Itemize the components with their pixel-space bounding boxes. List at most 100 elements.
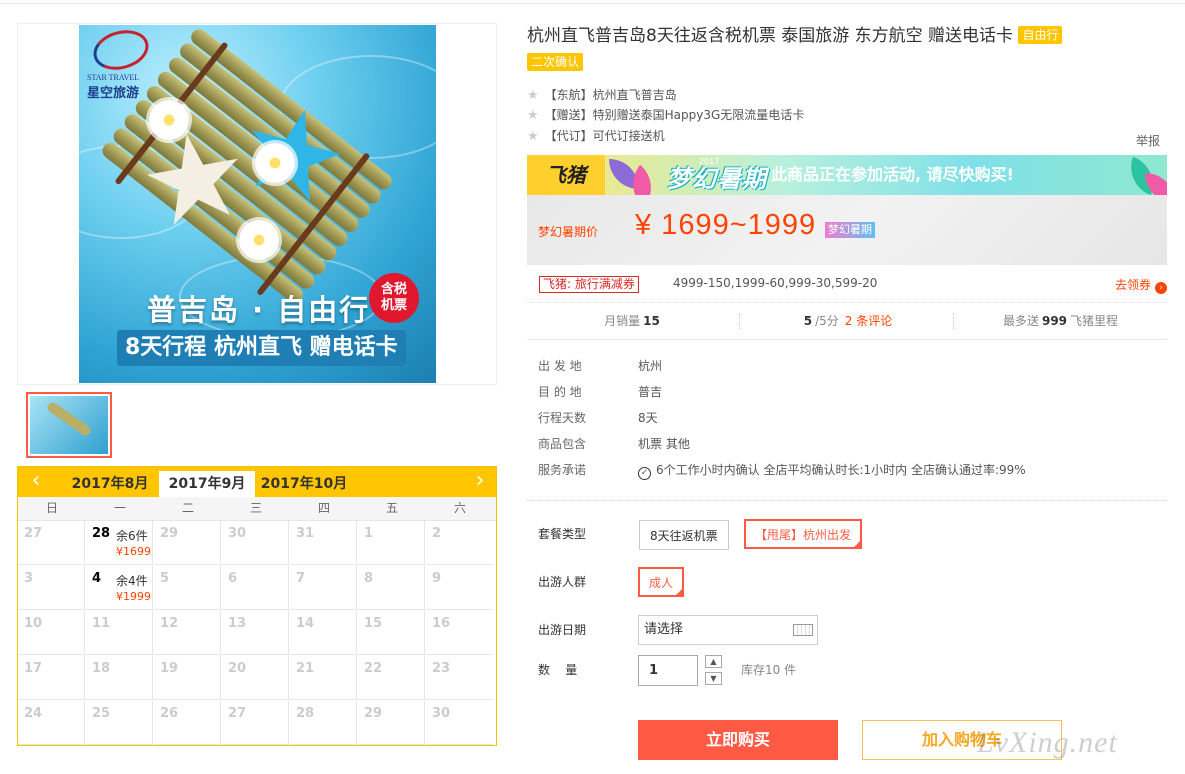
calendar-day: 31	[290, 521, 357, 565]
calendar-day: 19	[154, 656, 221, 700]
day-number: 31	[296, 526, 315, 541]
day-number: 29	[364, 706, 383, 721]
get-coupon-link[interactable]: 去领券 ›	[1115, 276, 1167, 294]
people-option-label: 成人	[649, 576, 674, 590]
rating: 5/5分 2 条评论	[740, 303, 953, 339]
people-option-selected[interactable]: 成人 ✓	[638, 567, 685, 597]
promo-banner[interactable]: 飞猪 2017 梦幻暑期 此商品正在参加活动, 请尽快购买!	[527, 155, 1167, 195]
package-option-selected[interactable]: 【甩尾】杭州出发 ✓	[744, 519, 863, 549]
day-number: 15	[364, 616, 383, 631]
feature-item: ★ 【东航】杭州直飞普吉岛	[527, 87, 677, 103]
attribute-value: 普吉	[638, 385, 663, 399]
product-title-text: 杭州直飞普吉岛8天往返含税机票 泰国旅游 东方航空 赠送电话卡	[527, 26, 1014, 46]
attribute-value: 杭州	[638, 359, 663, 373]
calendar-header: ‹ 2017年8月 2017年9月 2017年10月 ›	[18, 467, 496, 497]
stock-text: 库存10 件	[741, 663, 797, 677]
package-option[interactable]: 8天往返机票	[639, 520, 729, 550]
calendar-day-available[interactable]: 28 余6件 ¥1699	[86, 521, 153, 565]
day-number: 6	[228, 571, 238, 586]
calendar-day: 1	[358, 521, 425, 565]
day-number: 1	[364, 526, 374, 541]
star-icon: ★	[527, 108, 539, 123]
day-number: 14	[296, 616, 315, 631]
miles-reward: 最多送 999 飞猪里程	[954, 303, 1167, 339]
calendar-day: 14	[290, 611, 357, 655]
month-tab-oct[interactable]: 2017年10月	[256, 471, 352, 497]
product-gallery: ★ ★ STAR TRAVEL 星空旅游 普吉岛 · 自由行 8天行程 杭州直飞…	[17, 23, 497, 385]
day-number: 23	[432, 661, 451, 676]
day-number: 26	[160, 706, 179, 721]
quantity-decrease-icon[interactable]: ▼	[705, 672, 722, 685]
day-number: 21	[296, 661, 315, 676]
quantity-label: 数 量	[538, 663, 578, 677]
day-stock: 余4件	[116, 574, 148, 588]
attribute-key: 行程天数	[538, 411, 587, 425]
coupon-rules: 4999-150,1999-60,999-30,599-20	[673, 276, 878, 290]
main-product-image[interactable]: ★ ★ STAR TRAVEL 星空旅游 普吉岛 · 自由行 8天行程 杭州直飞…	[79, 25, 436, 383]
coupon-tag: 飞猪: 旅行满减券	[539, 276, 639, 293]
day-number: 24	[24, 706, 43, 721]
feature-item: ★ 【赠送】特别赠送泰国Happy3G无限流量电话卡	[527, 107, 804, 123]
frangipani-flower	[255, 143, 295, 183]
hero-subtitle: 8天行程 杭州直飞 赠电话卡	[117, 330, 406, 366]
calendar-day: 27	[222, 701, 289, 745]
calendar-day: 10	[18, 611, 85, 655]
calendar-day: 5	[154, 566, 221, 610]
date-placeholder: 请选择	[644, 622, 684, 637]
sales-label: 月销量	[604, 314, 641, 328]
coupon-row: 飞猪: 旅行满减券 4999-150,1999-60,999-30,599-20…	[527, 265, 1167, 303]
arrow-right-icon: ›	[1155, 282, 1167, 294]
day-number: 13	[228, 616, 247, 631]
day-number: 9	[432, 571, 442, 586]
weekday-label: 一	[113, 501, 126, 515]
reviews-link[interactable]: 2 条评论	[845, 314, 892, 328]
day-number: 29	[160, 526, 179, 541]
calendar-day: 9	[426, 566, 493, 610]
calendar-day-available[interactable]: 4 余4件 ¥1999	[86, 566, 153, 610]
calendar-day: 17	[18, 656, 85, 700]
day-number: 28	[92, 526, 111, 541]
check-icon: ✓	[676, 588, 683, 596]
logo-mark	[89, 25, 153, 76]
rating-value: 5	[803, 314, 813, 328]
calendar-day: 27	[18, 521, 85, 565]
free-travel-tag: 自由行	[1018, 26, 1063, 44]
calendar-day: 30	[426, 701, 493, 745]
day-number: 2	[432, 526, 442, 541]
calendar-day: 16	[426, 611, 493, 655]
miles-value: 999	[1041, 314, 1068, 328]
day-price: ¥1699	[116, 545, 151, 558]
attribute-value-wrap: ✓ 6个工作小时内确认 全店平均确认时长:1小时内 全店确认通过率:99%	[638, 462, 1026, 480]
next-month-arrow-icon[interactable]: ›	[468, 469, 492, 493]
quantity-input[interactable]: 1	[638, 655, 698, 686]
month-tab-aug[interactable]: 2017年8月	[62, 471, 158, 497]
weekday-label: 日	[45, 501, 58, 515]
buy-now-button[interactable]: 立即购买	[638, 720, 838, 760]
attribute-key: 商品包含	[538, 437, 587, 451]
quantity-increase-icon[interactable]: ▲	[705, 655, 722, 668]
calendar-icon[interactable]	[793, 624, 813, 636]
day-number: 8	[364, 571, 374, 586]
attribute-key: 目 的 地	[538, 385, 582, 399]
star-icon: ★	[527, 129, 539, 144]
day-number: 11	[92, 616, 111, 631]
package-option-label: 8天往返机票	[650, 529, 718, 543]
miles-prefix: 最多送	[1002, 314, 1039, 328]
day-number: 30	[228, 526, 247, 541]
attribute-value: 8天	[638, 411, 658, 425]
calendar-day: 18	[86, 656, 153, 700]
travel-date-input[interactable]: 请选择	[638, 615, 818, 645]
day-number: 22	[364, 661, 383, 676]
day-number: 30	[432, 706, 451, 721]
month-tab-sep[interactable]: 2017年9月	[159, 471, 255, 497]
calendar-day: 28	[290, 701, 357, 745]
hero-title: 普吉岛 · 自由行	[147, 293, 371, 327]
feature-text: 【赠送】特别赠送泰国Happy3G无限流量电话卡	[544, 108, 805, 122]
prev-month-arrow-icon[interactable]: ‹	[24, 469, 48, 493]
calendar-day: 6	[222, 566, 289, 610]
image-thumbnail[interactable]	[26, 392, 112, 458]
day-price: ¥1999	[116, 590, 151, 603]
calendar-day: 24	[18, 701, 85, 745]
report-link[interactable]: 举报	[1136, 132, 1160, 149]
day-number: 7	[296, 571, 306, 586]
